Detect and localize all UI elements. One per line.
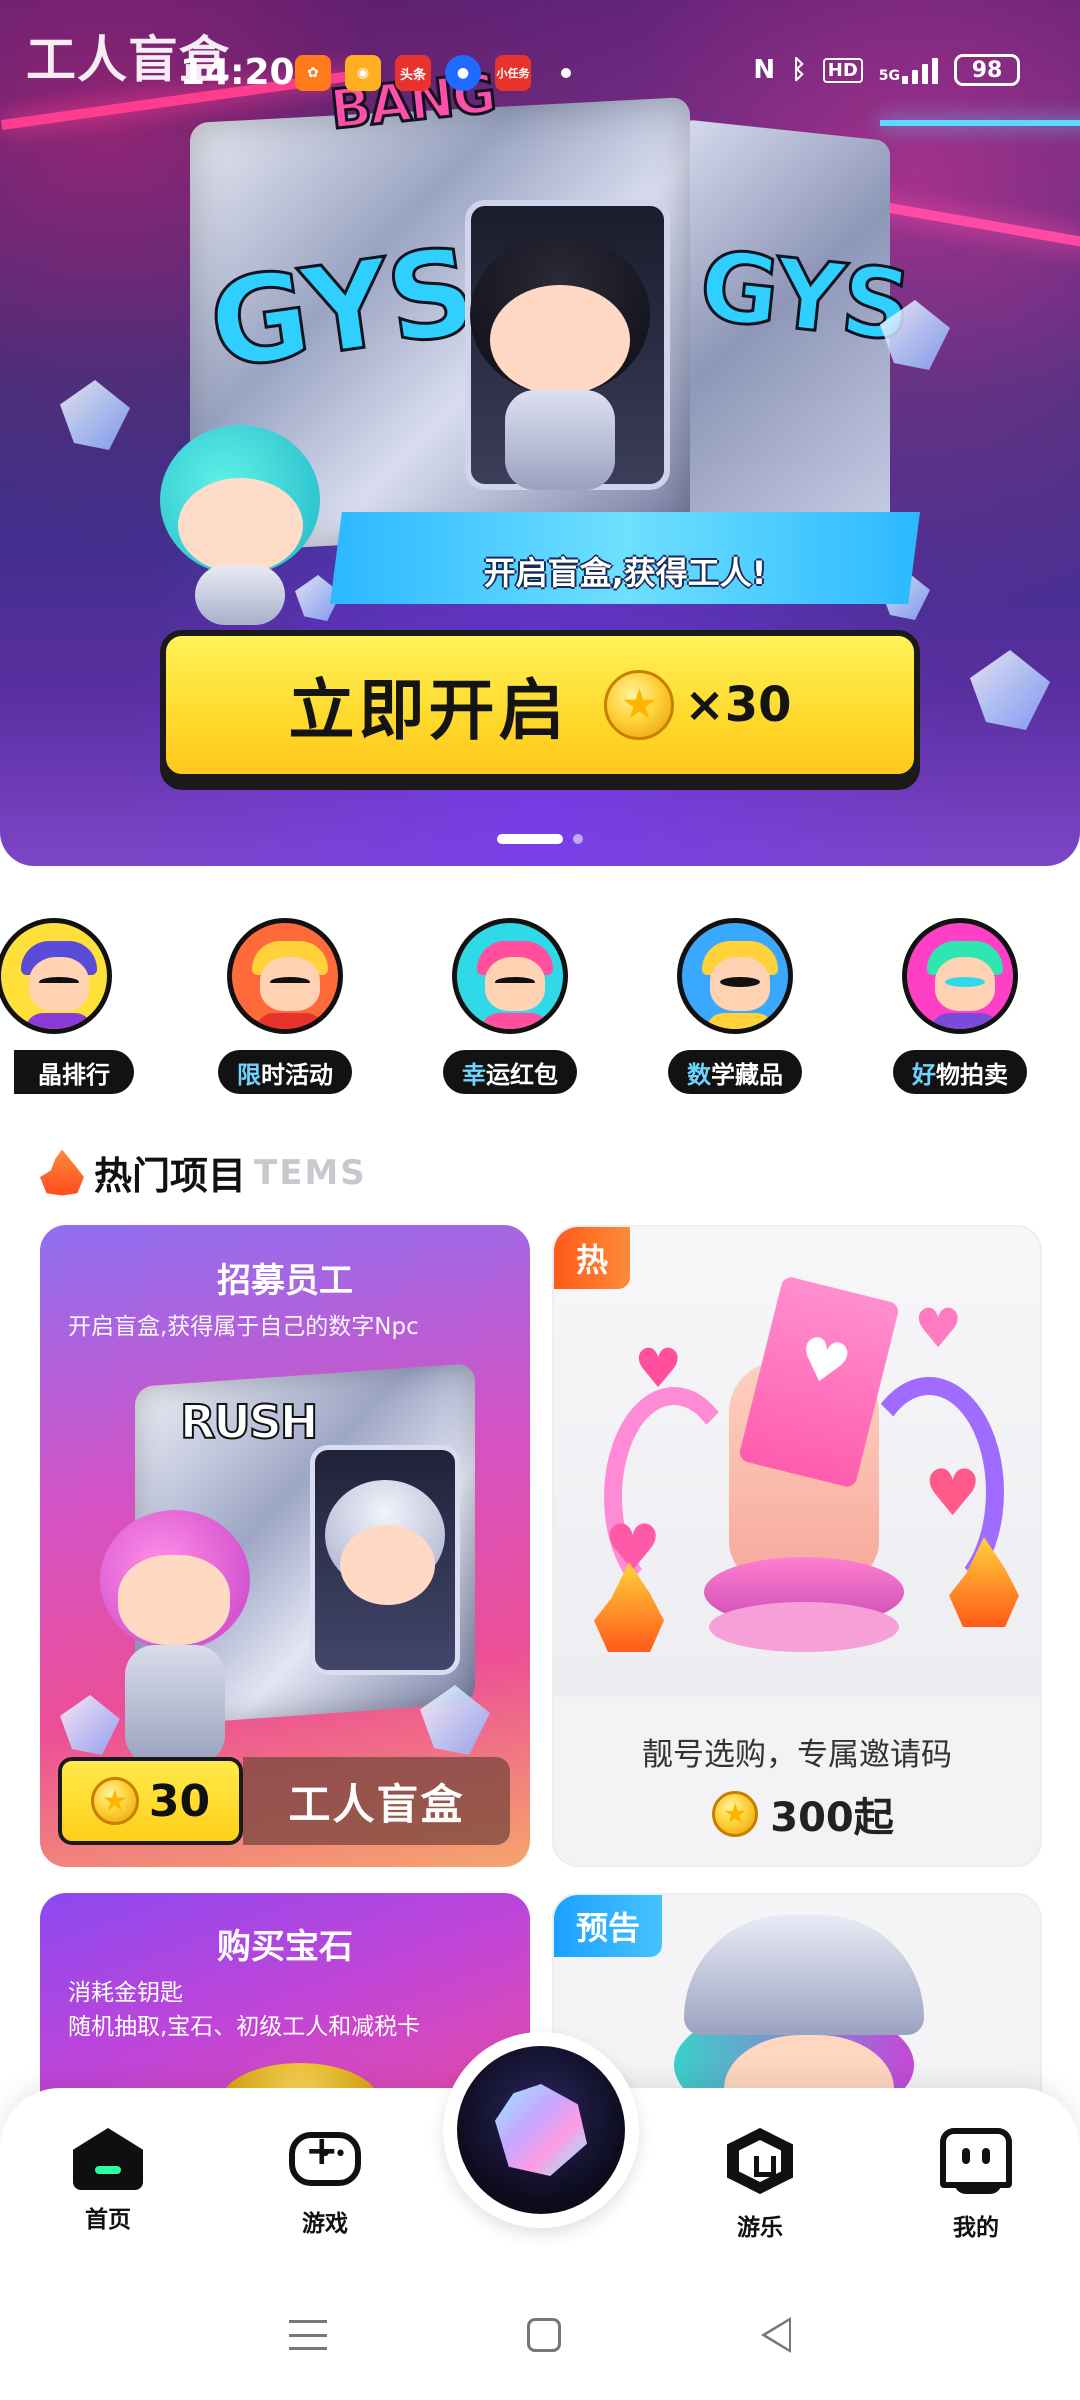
status-time: 14:20 <box>180 52 295 93</box>
browser-icon: ● <box>445 55 481 91</box>
recent-apps-icon[interactable] <box>289 2320 327 2350</box>
figure-body <box>505 390 615 490</box>
graffiti-art: RUSH <box>179 1394 319 1450</box>
back-icon[interactable] <box>761 2317 791 2353</box>
category-lucky-packet[interactable]: 幸运红包 <box>430 918 590 1094</box>
carousel-dot-active <box>497 834 563 844</box>
card-title: 购买宝石 <box>217 1927 353 1967</box>
weibo-icon: ◉ <box>345 55 381 91</box>
category-label: 数学藏品 <box>668 1050 802 1094</box>
home-button-icon[interactable] <box>527 2318 561 2352</box>
avatar <box>902 918 1018 1034</box>
cube-icon <box>727 2128 793 2194</box>
nav-profile[interactable]: 我的 <box>906 2128 1046 2242</box>
category-label: 限时活动 <box>218 1050 352 1094</box>
nav-label: 游乐 <box>737 2215 783 2241</box>
gamepad-icon <box>289 2128 361 2186</box>
category-crystal-ranking[interactable]: 晶排行 <box>0 918 134 1094</box>
card-line-1: 消耗金钥匙 <box>68 1980 183 2006</box>
figure-face <box>178 478 303 573</box>
vanity-number-card[interactable]: ♥ ♥ ♥ ♥ 热 靓号选购，专属邀请码 300起 <box>552 1225 1042 1867</box>
hot-badge: 热 <box>554 1227 631 1289</box>
category-label: 好物拍卖 <box>893 1050 1027 1094</box>
status-bar: 14:20 ✿ ◉ 头条 ● 小任务 N ᛒ HD 5G 98 <box>0 0 1080 140</box>
ticket-illustration: ♥ ♥ ♥ ♥ <box>554 1227 1040 1697</box>
nav-amusement[interactable]: 游乐 <box>690 2128 830 2242</box>
battery-icon: 98 <box>954 54 1020 86</box>
category-auction[interactable]: 好物拍卖 <box>880 918 1040 1094</box>
open-now-button[interactable]: 立即开启 ×30 <box>160 630 920 780</box>
home-icon <box>73 2128 143 2190</box>
open-button-label: 立即开启 <box>288 672 569 749</box>
nfc-icon: N <box>753 55 776 85</box>
task-icon: 小任务 <box>495 55 531 91</box>
category-limited-event[interactable]: 限时活动 <box>205 918 365 1094</box>
profile-icon <box>940 2128 1012 2194</box>
graffiti-art: GYS <box>693 228 916 364</box>
bluetooth-icon: ᛒ <box>791 55 807 85</box>
card-description: 靓号选购，专属邀请码 <box>642 1737 952 1773</box>
section-subtitle: TEMS <box>254 1152 367 1193</box>
card-title: 招募员工 <box>217 1261 353 1301</box>
figure-face <box>118 1555 230 1645</box>
avatar <box>0 918 112 1034</box>
center-gem-circle <box>457 2046 625 2214</box>
nav-home[interactable]: 首页 <box>38 2128 178 2234</box>
recruit-price: 30 <box>148 1775 211 1827</box>
app-store-icon: ✿ <box>295 55 331 91</box>
gem-icon <box>495 2084 587 2176</box>
card-line-2: 随机抽取,宝石、初级工人和减税卡 <box>68 2014 421 2040</box>
ticket-price: 300起 <box>554 1785 1040 1843</box>
coin-icon <box>604 670 675 740</box>
ticket-price-value: 300起 <box>770 1795 894 1841</box>
card-subtitle: 开启盲盒,获得属于自己的数字Npc <box>68 1314 419 1340</box>
recruit-product-name: 工人盲盒 <box>243 1757 510 1845</box>
hero-tagline: 开启盲盒,获得工人! <box>483 554 767 592</box>
avatar <box>452 918 568 1034</box>
avatar <box>227 918 343 1034</box>
section-header: 热门项目 TEMS <box>40 1145 367 1200</box>
center-gem-button[interactable] <box>443 2032 639 2228</box>
nav-label: 首页 <box>85 2207 131 2233</box>
preview-badge: 预告 <box>554 1895 663 1957</box>
recruit-price-tag[interactable]: 30 工人盲盒 <box>58 1757 510 1845</box>
fire-icon <box>40 1149 84 1196</box>
figure-hat <box>684 1915 924 2035</box>
figure-face <box>490 285 630 395</box>
open-button-cost: ×30 <box>684 677 792 733</box>
figure-face <box>340 1525 435 1605</box>
category-digital-collectibles[interactable]: 数学藏品 <box>655 918 815 1094</box>
nav-label: 游戏 <box>302 2211 348 2237</box>
nav-games[interactable]: 游戏 <box>255 2128 395 2238</box>
more-notifications-dot <box>561 68 571 78</box>
section-title: 热门项目 <box>94 1154 247 1198</box>
signal-icon: 5G <box>879 56 938 84</box>
category-label: 晶排行 <box>14 1050 134 1094</box>
category-label: 幸运红包 <box>443 1050 577 1094</box>
notification-icons: ✿ ◉ 头条 ● 小任务 <box>295 55 571 91</box>
crystal-decoration <box>60 380 130 450</box>
recruit-card[interactable]: 招募员工 开启盲盒,获得属于自己的数字Npc RUSH 30 工人盲盒 <box>40 1225 530 1867</box>
crystal-decoration <box>970 650 1050 730</box>
status-right: N ᛒ HD 5G 98 <box>753 54 1020 86</box>
carousel-dot <box>573 834 583 844</box>
avatar <box>677 918 793 1034</box>
category-row: 晶排行 限时活动 幸运红包 数学藏品 好物拍卖 <box>0 918 1080 1098</box>
system-nav-bar <box>0 2290 1080 2380</box>
nav-label: 我的 <box>953 2215 999 2241</box>
figure-body <box>195 565 285 625</box>
carousel-indicator <box>0 834 1080 844</box>
hd-icon: HD <box>822 57 863 83</box>
toutiao-icon: 头条 <box>395 55 431 91</box>
coin-icon <box>712 1791 759 1837</box>
coin-icon <box>90 1777 139 1825</box>
crystal-decoration <box>60 1695 120 1755</box>
figure-body <box>125 1645 225 1765</box>
